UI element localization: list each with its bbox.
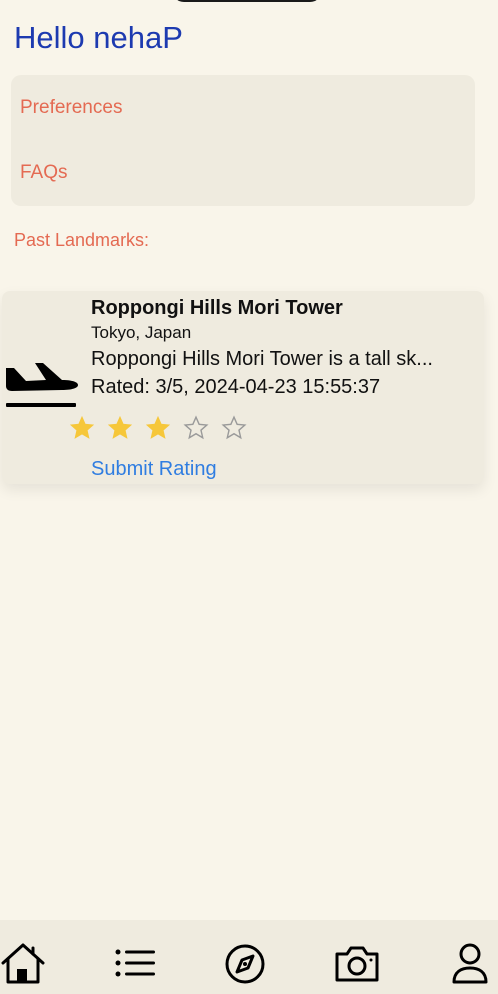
landmark-rated-info: Rated: 3/5, 2024-04-23 15:55:37 bbox=[91, 376, 381, 398]
tab-explore[interactable] bbox=[222, 942, 270, 986]
star-icon-1[interactable] bbox=[69, 415, 95, 441]
landmark-details: Roppongi Hills Mori Tower Tokyo, Japan R… bbox=[91, 295, 475, 401]
landmark-description: Roppongi Hills Mori Tower is a tall sk..… bbox=[91, 348, 433, 370]
camera-icon bbox=[335, 946, 379, 982]
tab-home[interactable] bbox=[0, 942, 48, 986]
device-notch bbox=[172, 0, 322, 2]
list-icon bbox=[115, 949, 155, 977]
greeting-title: Hello nehaP bbox=[14, 20, 183, 55]
landmark-name: Roppongi Hills Mori Tower bbox=[91, 297, 343, 319]
star-icon-2[interactable] bbox=[107, 415, 133, 441]
tab-list[interactable] bbox=[112, 942, 160, 986]
faqs-link[interactable]: FAQs bbox=[20, 162, 68, 184]
preferences-link[interactable]: Preferences bbox=[20, 97, 122, 119]
tab-bar bbox=[0, 920, 498, 994]
tab-camera[interactable] bbox=[333, 942, 381, 986]
compass-icon bbox=[225, 944, 265, 984]
tab-profile[interactable] bbox=[446, 942, 494, 986]
star-icon-3[interactable] bbox=[145, 415, 171, 441]
landmark-card[interactable]: Roppongi Hills Mori Tower Tokyo, Japan R… bbox=[2, 291, 484, 484]
star-icon-4[interactable] bbox=[183, 415, 209, 441]
menu-card: Preferences FAQs bbox=[11, 75, 475, 206]
landmark-location: Tokyo, Japan bbox=[91, 323, 192, 342]
submit-rating-button[interactable]: Submit Rating bbox=[91, 458, 217, 481]
star-icon-5[interactable] bbox=[221, 415, 247, 441]
past-landmarks-label: Past Landmarks: bbox=[14, 230, 150, 250]
airplane-departure-icon bbox=[6, 363, 78, 407]
star-rating bbox=[69, 415, 247, 441]
home-icon bbox=[1, 943, 45, 984]
profile-icon bbox=[452, 943, 488, 984]
